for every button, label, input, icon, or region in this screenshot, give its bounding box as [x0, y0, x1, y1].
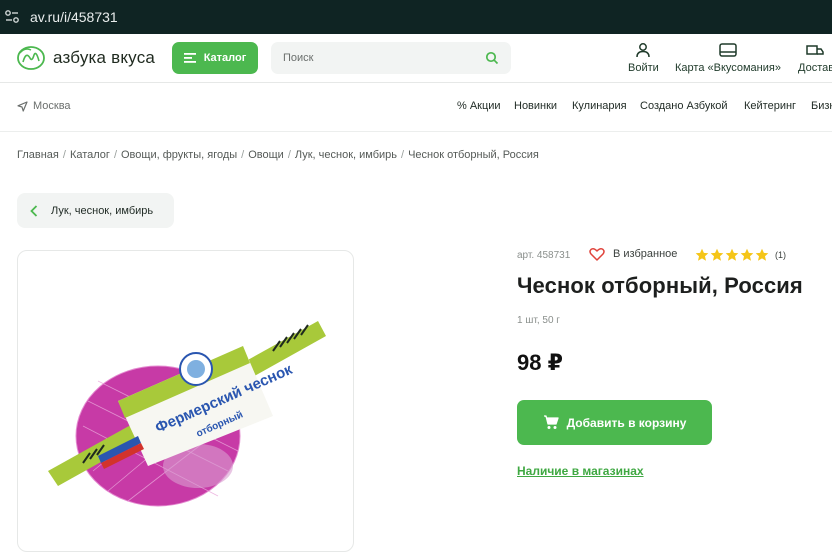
- user-icon: [636, 43, 651, 58]
- product-image: Фермерский чеснок отборный: [48, 321, 326, 507]
- breadcrumb-catalog[interactable]: Каталог: [70, 149, 110, 161]
- city-label: Москва: [33, 100, 71, 112]
- star-icon: [710, 248, 724, 261]
- card-label: Карта «Вкусомания»: [675, 62, 781, 74]
- login-label: Войти: [628, 62, 659, 74]
- add-to-cart-button[interactable]: Добавить в корзину: [517, 400, 712, 445]
- product-title: Чеснок отборный, Россия: [517, 273, 803, 298]
- site-settings-icon[interactable]: [3, 8, 21, 26]
- logo-icon: [17, 46, 45, 70]
- nav-item-culinary[interactable]: Кулинария: [572, 100, 627, 112]
- catalog-label: Каталог: [203, 52, 247, 64]
- product-image-card[interactable]: Фермерский чеснок отборный: [17, 250, 354, 552]
- breadcrumb: Главная / Каталог / Овощи, фрукты, ягоды / Ово…: [17, 149, 539, 161]
- chevron-left-icon: [30, 204, 38, 217]
- nav-item-catering[interactable]: Кейтеринг: [744, 100, 796, 112]
- nav-item-promo[interactable]: % Акции: [457, 100, 501, 112]
- nav-item-business[interactable]: Бизн: [811, 100, 832, 112]
- rating[interactable]: (1): [695, 248, 786, 262]
- login-button[interactable]: Войти: [628, 42, 659, 74]
- nav-divider: [0, 131, 832, 132]
- add-to-favorites-button[interactable]: В избранное: [589, 247, 677, 261]
- url-text[interactable]: av.ru/i/458731: [30, 9, 118, 25]
- location-arrow-icon: [17, 100, 28, 112]
- search-icon[interactable]: [485, 51, 499, 65]
- browser-url-bar: av.ru/i/458731: [0, 0, 832, 34]
- card-icon: [719, 43, 737, 57]
- review-count: (1): [775, 250, 786, 260]
- product-weight: 1 шт, 50 г: [517, 315, 560, 326]
- nav-item-new[interactable]: Новинки: [514, 100, 557, 112]
- back-label: Лук, чеснок, имбирь: [51, 204, 154, 217]
- breadcrumb-produce[interactable]: Овощи, фрукты, ягоды: [121, 149, 237, 161]
- star-icon: [755, 248, 769, 261]
- favorites-label: В избранное: [613, 248, 678, 260]
- star-icon: [725, 248, 739, 261]
- breadcrumb-onion-garlic[interactable]: Лук, чеснок, имбирь: [295, 149, 397, 161]
- breadcrumb-vegetables[interactable]: Овощи: [248, 149, 284, 161]
- catalog-button[interactable]: Каталог: [172, 42, 258, 74]
- product-price: 98 ₽: [517, 350, 563, 375]
- star-icon: [695, 248, 709, 261]
- search-input[interactable]: Поиск: [271, 42, 511, 74]
- loyalty-card-button[interactable]: Карта «Вкусомания»: [675, 42, 781, 74]
- logo[interactable]: азбука вкуса: [16, 45, 155, 71]
- delivery-icon: [806, 45, 824, 55]
- delivery-button[interactable]: Достав: [798, 42, 832, 74]
- menu-icon: [183, 53, 196, 63]
- breadcrumb-home[interactable]: Главная: [17, 149, 59, 161]
- nav-item-created[interactable]: Создано Азбукой: [640, 100, 728, 112]
- city-selector[interactable]: Москва: [17, 100, 71, 112]
- header-divider: [0, 82, 832, 83]
- logo-text: азбука вкуса: [53, 48, 156, 67]
- back-to-category-button[interactable]: Лук, чеснок, имбирь: [17, 193, 174, 228]
- add-to-cart-label: Добавить в корзину: [566, 415, 687, 430]
- store-availability-link[interactable]: Наличие в магазинах: [517, 464, 644, 478]
- heart-icon: [589, 248, 605, 261]
- cart-icon: [543, 415, 559, 429]
- breadcrumb-current: Чеснок отборный, Россия: [408, 149, 539, 161]
- article-number: арт. 458731: [517, 250, 571, 261]
- star-icon: [740, 248, 754, 261]
- delivery-label: Достав: [798, 62, 832, 74]
- search-placeholder: Поиск: [283, 52, 314, 64]
